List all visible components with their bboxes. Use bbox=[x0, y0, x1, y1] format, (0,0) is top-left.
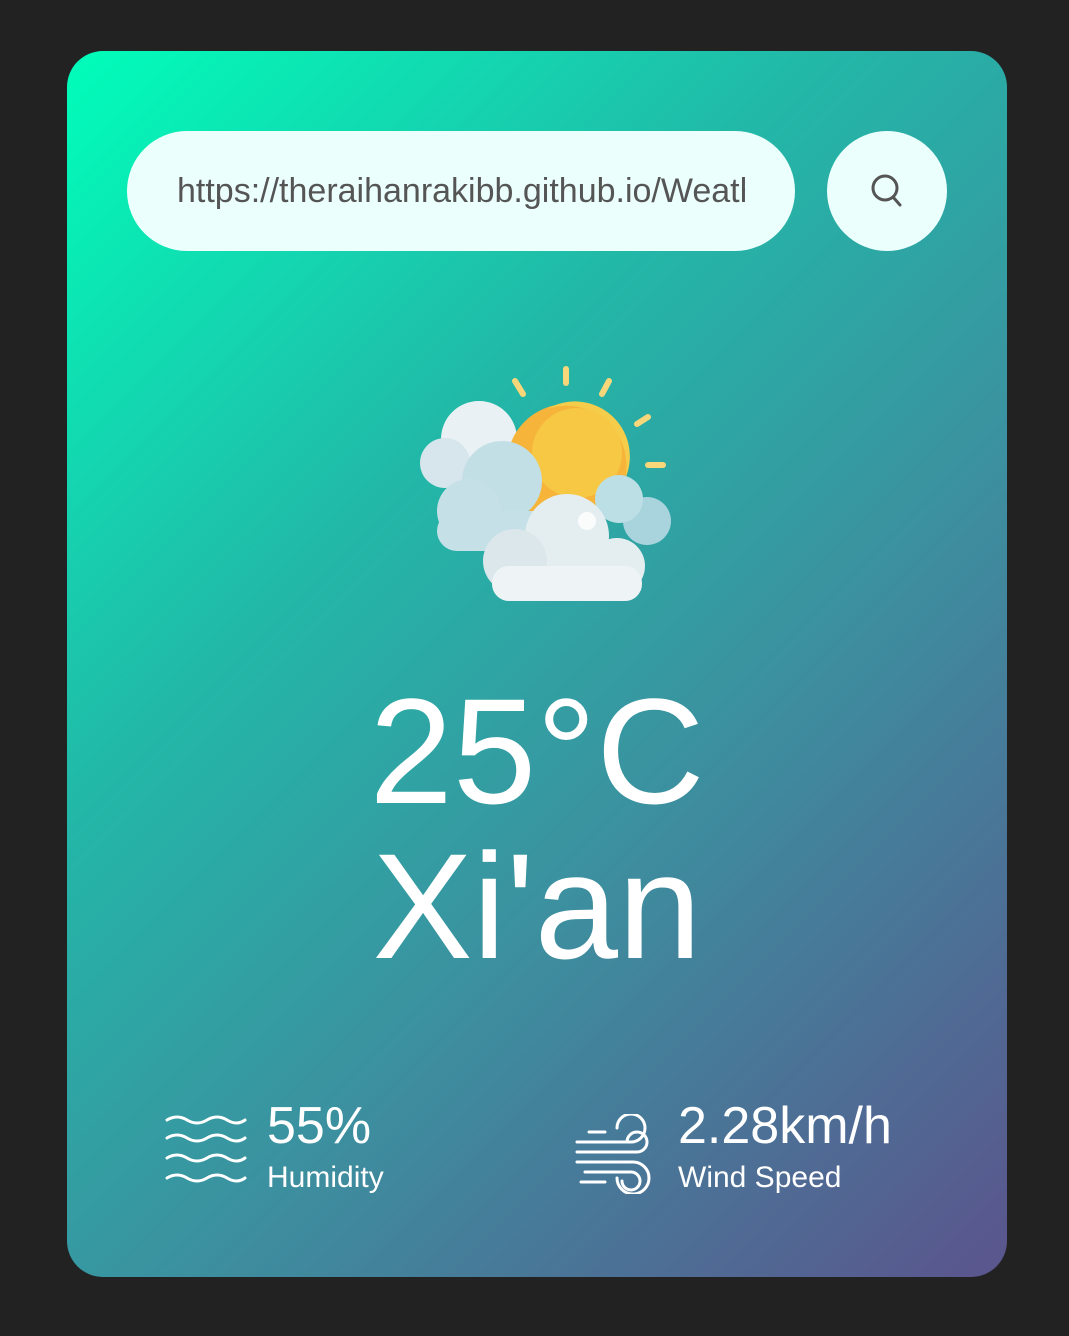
search-bar bbox=[127, 131, 947, 251]
wind-label: Wind Speed bbox=[678, 1161, 842, 1194]
wind-icon bbox=[575, 1114, 651, 1194]
city-name: Xi'an bbox=[372, 822, 702, 990]
humidity-label: Humidity bbox=[267, 1161, 384, 1194]
temperature: 25°C bbox=[369, 667, 705, 835]
wind-value: 2.28km/h bbox=[678, 1097, 892, 1155]
humidity-waves-icon bbox=[165, 1115, 247, 1183]
humidity-value: 55% bbox=[267, 1097, 372, 1155]
search-input[interactable] bbox=[127, 131, 795, 251]
weather-card: 25°C Xi'an 55% Humidity bbox=[67, 51, 1007, 1277]
partly-cloudy-icon bbox=[397, 361, 677, 611]
search-icon bbox=[871, 174, 902, 207]
search-button[interactable] bbox=[827, 131, 947, 251]
weather-details: 55% Humidity 2.28km/h Wind Speed bbox=[67, 1096, 1007, 1206]
